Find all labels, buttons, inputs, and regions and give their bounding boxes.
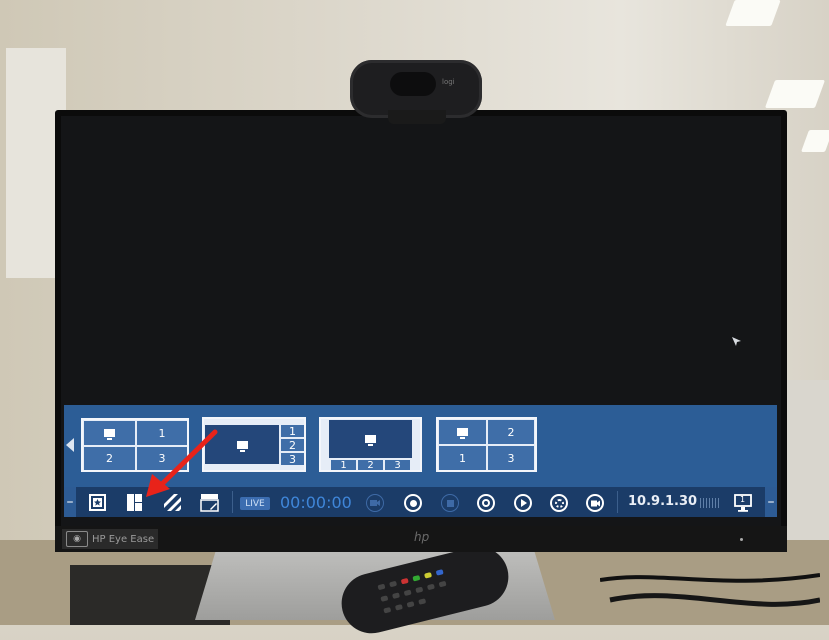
annotation-arrow-icon — [146, 429, 218, 497]
